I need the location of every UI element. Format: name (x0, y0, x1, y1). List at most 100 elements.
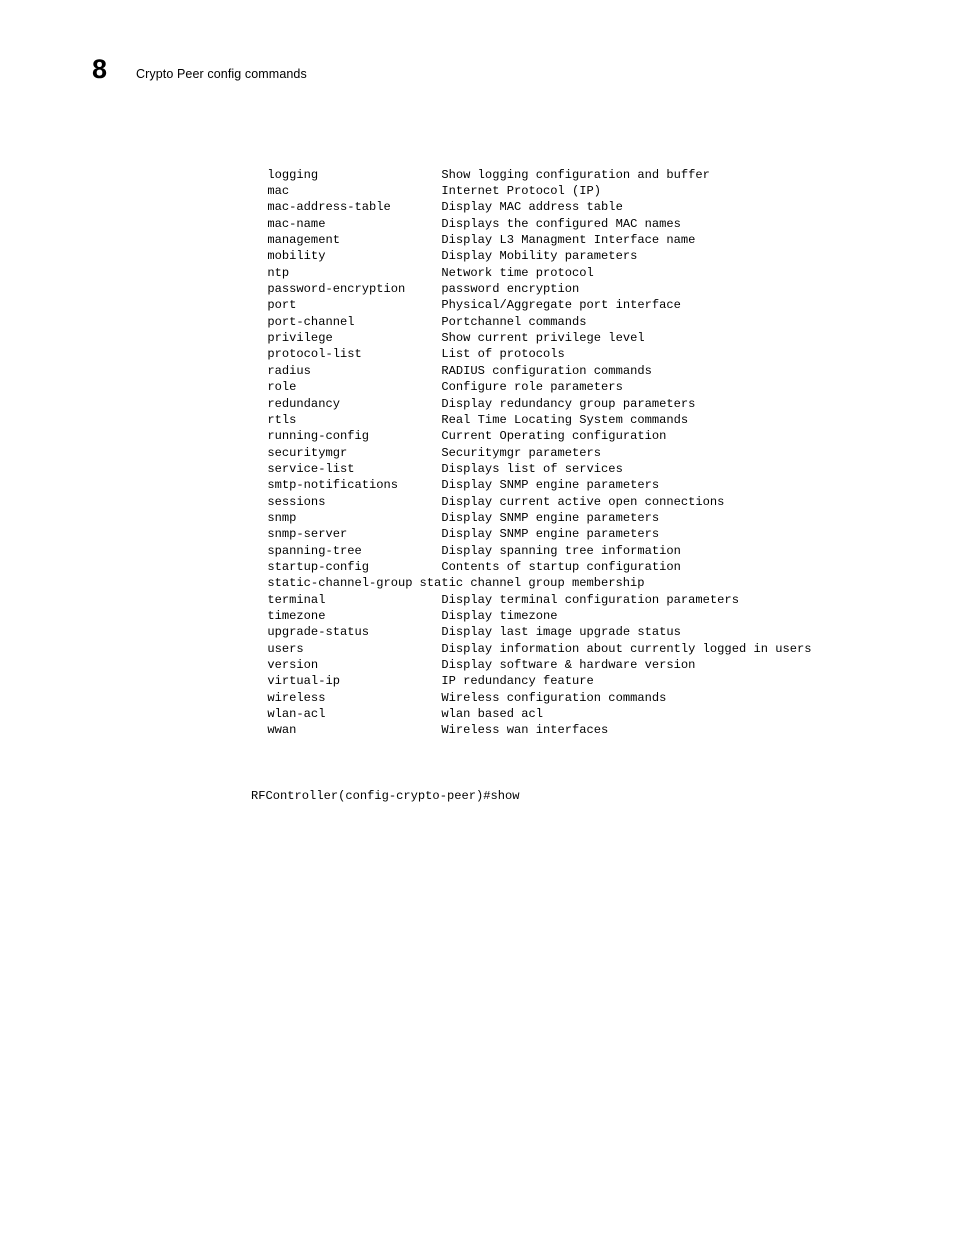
command-description: Show logging configuration and buffer (441, 167, 710, 182)
command-row: rtls Real Time Locating System commands (251, 412, 812, 428)
command-description: Current Operating configuration (441, 429, 667, 444)
command-description: Display SNMP engine parameters (441, 527, 660, 542)
command-name: privilege (267, 331, 333, 346)
command-description: Display redundancy group parameters (441, 396, 696, 411)
command-name: upgrade-status (267, 625, 369, 640)
command-description: password encryption (441, 282, 580, 297)
command-description: RADIUS configuration commands (441, 363, 652, 378)
command-name: redundancy (267, 396, 340, 411)
command-name: snmp (267, 510, 297, 525)
command-name: service-list (267, 461, 355, 476)
command-description: Display SNMP engine parameters (441, 478, 660, 493)
command-name: mac (267, 184, 290, 199)
command-name: sessions (267, 494, 326, 509)
command-name: static-channel-group (267, 576, 413, 591)
command-row: radius RADIUS configuration commands (251, 363, 812, 379)
command-name: users (267, 641, 304, 656)
command-row: role Configure role parameters (251, 379, 812, 395)
command-description: Portchannel commands (441, 314, 587, 329)
cli-output-block: logging Show logging configuration and bu… (251, 134, 812, 820)
command-name: logging (267, 167, 319, 182)
command-row: mobility Display Mobility parameters (251, 248, 812, 264)
command-row: logging Show logging configuration and bu… (251, 167, 812, 183)
command-name: port-channel (267, 314, 355, 329)
command-row: management Display L3 Managment Interface… (251, 232, 812, 248)
command-description: Real Time Locating System commands (441, 412, 689, 427)
command-name: smtp-notifications (267, 478, 399, 493)
command-name: running-config (267, 429, 369, 444)
command-description: Wireless configuration commands (441, 690, 667, 705)
command-row: service-list Displays list of services (251, 461, 812, 477)
command-description: Securitymgr parameters (441, 445, 602, 460)
command-name: version (267, 658, 319, 672)
command-description: List of protocols (441, 347, 565, 362)
command-row: wwan Wireless wan interfaces (251, 722, 812, 738)
command-name: port (267, 298, 297, 313)
command-row: timezone Display timezone (251, 608, 812, 624)
command-description: Display spanning tree information (441, 543, 681, 558)
command-description: Display Mobility parameters (441, 249, 638, 264)
command-name: rtls (267, 412, 297, 427)
command-row: port Physical/Aggregate port interface (251, 297, 812, 313)
command-description: Display L3 Managment Interface name (441, 233, 696, 248)
command-name: mac-name (267, 216, 326, 231)
command-name: password-encryption (267, 282, 406, 297)
command-name: mac-address-table (267, 200, 391, 215)
command-description: wlan based acl (441, 707, 543, 722)
command-description: Display SNMP engine parameters (441, 510, 660, 525)
command-row: upgrade-status Display last image upgrade… (251, 624, 812, 640)
command-row: mac Internet Protocol (IP) (251, 183, 812, 199)
command-description: Display software & hardware version (441, 658, 696, 672)
command-description: Display terminal configuration parameter… (441, 592, 739, 607)
command-description: Display MAC address table (441, 200, 623, 215)
command-name: role (267, 380, 297, 395)
command-name: securitymgr (267, 445, 348, 460)
command-description: Display current active open connections (441, 494, 725, 509)
command-description: Display last image upgrade status (441, 625, 681, 640)
command-row: wireless Wireless configuration commands (251, 690, 812, 706)
command-description: Physical/Aggregate port interface (441, 298, 681, 313)
command-row: users Display information about currently… (251, 641, 812, 657)
command-row: wlan-acl wlan based acl (251, 706, 812, 722)
command-row: running-config Current Operating configur… (251, 428, 812, 444)
command-row: redundancy Display redundancy group param… (251, 396, 812, 412)
command-row: protocol-list List of protocols (251, 346, 812, 362)
page-title: Crypto Peer config commands (136, 67, 307, 81)
command-row: snmp-server Display SNMP engine parameter… (251, 526, 812, 542)
command-name: terminal (267, 592, 326, 607)
command-name: protocol-list (267, 347, 362, 362)
command-description: Network time protocol (441, 265, 594, 280)
command-name: ntp (267, 265, 290, 280)
chapter-number: 8 (92, 54, 108, 84)
command-name: wlan-acl (267, 707, 326, 722)
command-name: spanning-tree (267, 543, 362, 558)
command-name: management (267, 233, 340, 248)
cli-prompt-line: RFController(config-crypto-peer)#show (251, 788, 520, 803)
command-list: logging Show logging configuration and bu… (251, 167, 812, 739)
command-description: Display timezone (441, 608, 558, 623)
command-row: static-channel-group static channel group… (251, 575, 812, 591)
command-description: static channel group membership (419, 576, 645, 591)
command-row: privilege Show current privilege level (251, 330, 812, 346)
command-description: Contents of startup configuration (441, 559, 681, 574)
command-name: radius (267, 363, 311, 378)
command-name: virtual-ip (267, 674, 340, 689)
command-row: mac-address-table Display MAC address tab… (251, 199, 812, 215)
command-row: port-channel Portchannel commands (251, 314, 812, 330)
command-row: spanning-tree Display spanning tree infor… (251, 543, 812, 559)
command-row: securitymgr Securitymgr parameters (251, 445, 812, 461)
command-row: virtual-ip IP redundancy feature (251, 673, 812, 689)
command-description: Configure role parameters (441, 380, 623, 395)
command-row: sessions Display current active open conn… (251, 494, 812, 510)
command-name: startup-config (267, 559, 369, 574)
command-name: snmp-server (267, 527, 348, 542)
command-row: mac-name Displays the configured MAC name… (251, 216, 812, 232)
command-description: Internet Protocol (IP) (441, 184, 602, 199)
command-description: Wireless wan interfaces (441, 723, 609, 738)
page-header: 8 Crypto Peer config commands (92, 56, 307, 83)
command-row: smtp-notifications Display SNMP engine pa… (251, 477, 812, 493)
command-row: version Display software & hardware versi… (251, 657, 812, 673)
command-description: IP redundancy feature (441, 674, 594, 689)
command-description: Display information about currently logg… (441, 641, 812, 656)
command-description: Show current privilege level (441, 331, 645, 346)
